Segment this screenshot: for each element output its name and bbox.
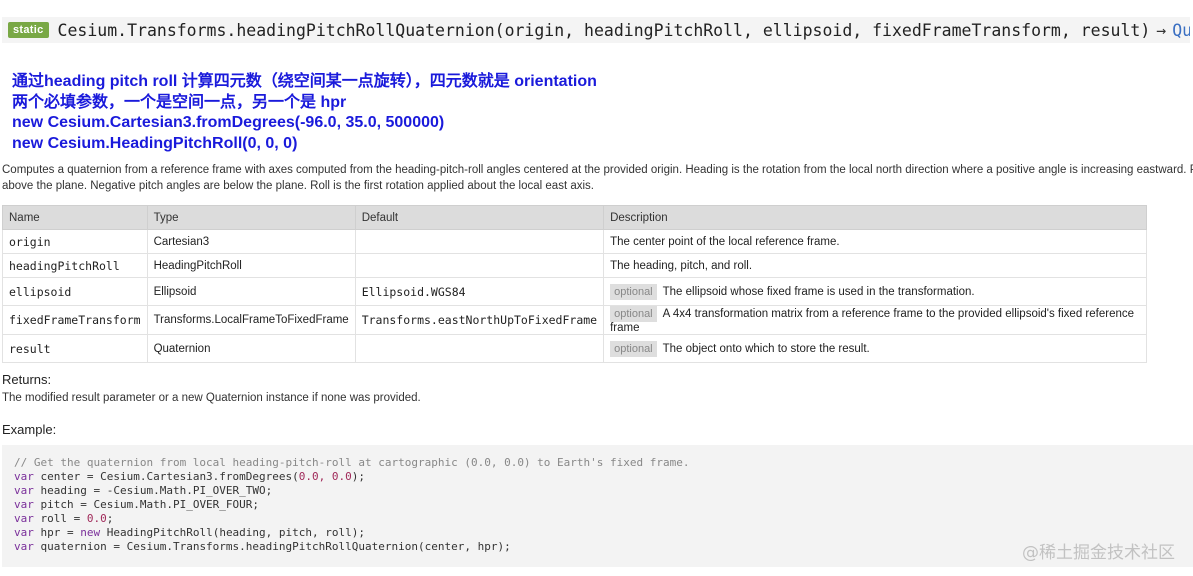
static-badge: static [8, 22, 49, 38]
code-comment: // Get the quaternion from local heading… [14, 456, 690, 469]
param-name: ellipsoid [2, 277, 148, 306]
table-row: headingPitchRoll HeadingPitchRoll The he… [2, 253, 1147, 278]
table-header-row: Name Type Default Description [2, 205, 1147, 230]
param-default [354, 229, 605, 254]
param-name: origin [2, 229, 148, 254]
param-description-text: The center point of the local reference … [610, 235, 840, 248]
code-line: var pitch = Cesium.Math.PI_OVER_FOUR; [14, 498, 260, 511]
example-code-block: // Get the quaternion from local heading… [2, 445, 1193, 567]
signature-text: Cesium.Transforms.headingPitchRollQuater… [57, 20, 1151, 40]
param-default: Ellipsoid.WGS84 [354, 277, 605, 306]
code-line: var hpr = new HeadingPitchRoll(heading, … [14, 526, 366, 539]
param-description: The heading, pitch, and roll. [603, 253, 1147, 278]
description-line: above the plane. Negative pitch angles a… [2, 179, 594, 192]
annotation-notes: 通过heading pitch roll 计算四元数（绕空间某一点旋转），四元数… [12, 72, 597, 154]
param-default [354, 253, 605, 278]
param-type-link[interactable]: Transforms.LocalFrameToFixedFrame [146, 305, 356, 335]
param-description: optional A 4x4 transformation matrix from… [603, 305, 1147, 335]
param-description: The center point of the local reference … [603, 229, 1147, 254]
param-description-text: A 4x4 transformation matrix from a refer… [610, 308, 1135, 334]
code-line: var center = Cesium.Cartesian3.fromDegre… [14, 470, 366, 483]
table-row: ellipsoid Ellipsoid Ellipsoid.WGS84 opti… [2, 277, 1147, 306]
param-default: Transforms.eastNorthUpToFixedFrame [354, 305, 605, 335]
note-line: 通过heading pitch roll 计算四元数（绕空间某一点旋转），四元数… [12, 73, 597, 90]
param-name: result [2, 334, 148, 363]
watermark: @稀土掘金技术社区 [1022, 543, 1175, 563]
header-default: Default [354, 205, 605, 230]
returns-heading: Returns: [2, 372, 52, 387]
param-name: fixedFrameTransform [2, 305, 148, 335]
table-row: result Quaternion optional The object ont… [2, 334, 1147, 363]
param-type-link[interactable]: Quaternion [146, 334, 356, 363]
method-signature: static Cesium.Transforms.headingPitchRol… [2, 17, 1190, 43]
param-description: optional The ellipsoid whose fixed frame … [603, 277, 1147, 306]
code-line: var heading = -Cesium.Math.PI_OVER_TWO; [14, 484, 273, 497]
header-description: Description [603, 205, 1147, 230]
param-name: headingPitchRoll [2, 253, 148, 278]
code-line: var quaternion = Cesium.Transforms.headi… [14, 540, 511, 553]
table-row: fixedFrameTransform Transforms.LocalFram… [2, 305, 1147, 335]
param-type-link[interactable]: Cartesian3 [146, 229, 356, 254]
returns-text: The modified result parameter or a new Q… [2, 392, 421, 404]
description-line: Computes a quaternion from a reference f… [2, 164, 1193, 176]
return-type-link[interactable]: Quaternion [1172, 21, 1190, 40]
table-row: origin Cartesian3 The center point of th… [2, 229, 1147, 254]
param-description-text: The ellipsoid whose fixed frame is used … [662, 285, 975, 298]
note-line: new Cesium.HeadingPitchRoll(0, 0, 0) [12, 134, 298, 152]
return-arrow-icon: → [1156, 20, 1167, 40]
param-description: optional The object onto which to store t… [603, 334, 1147, 363]
note-line: 两个必填参数，一个是空间一点，另一个是 hpr [12, 93, 347, 111]
code-line: var roll = 0.0; [14, 512, 114, 525]
method-description: Computes a quaternion from a reference f… [2, 163, 1193, 194]
param-description-text: The object onto which to store the resul… [662, 342, 870, 355]
example-heading: Example: [2, 422, 57, 437]
header-type: Type [146, 205, 356, 230]
optional-badge: optional [610, 306, 657, 322]
parameters-table: Name Type Default Description origin Car… [2, 205, 1147, 363]
note-line: new Cesium.Cartesian3.fromDegrees(-96.0,… [12, 114, 445, 131]
param-type-link[interactable]: Ellipsoid [146, 277, 356, 306]
param-default [354, 334, 605, 363]
optional-badge: optional [610, 283, 657, 300]
param-description-text: The heading, pitch, and roll. [610, 259, 753, 272]
param-type-link[interactable]: HeadingPitchRoll [146, 253, 356, 278]
header-name: Name [2, 205, 148, 230]
optional-badge: optional [610, 340, 657, 357]
